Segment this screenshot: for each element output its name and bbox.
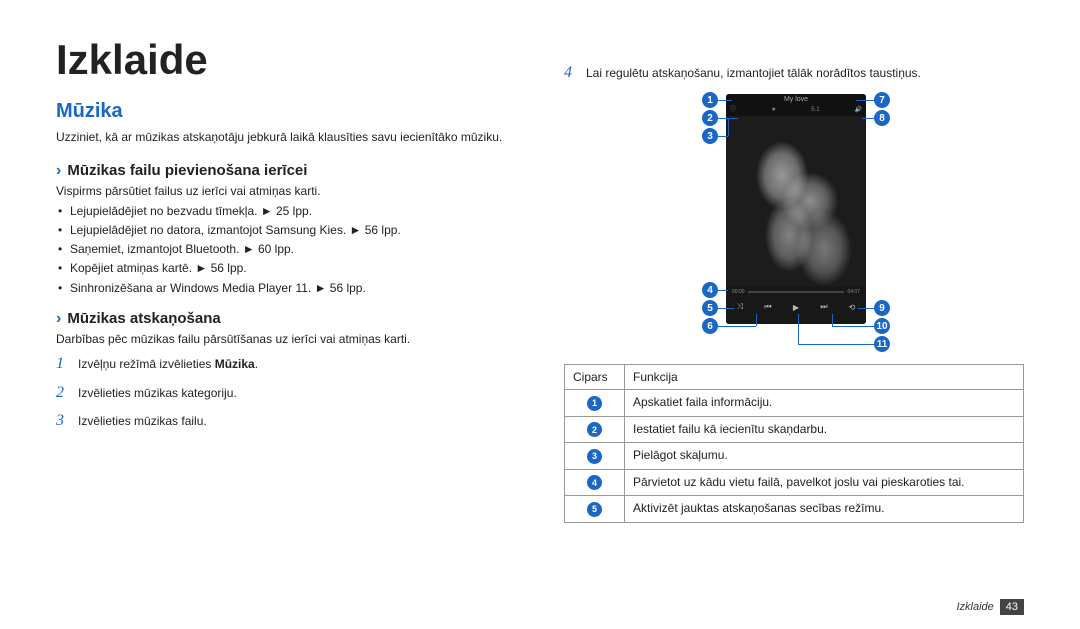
callout-8: 8 xyxy=(874,110,890,126)
step-number: 4 xyxy=(564,64,578,82)
phone-controls: 00:00 04:07 ⤨ ⏮ ▶ ⏭ ⟲ xyxy=(726,286,866,324)
sub-intro-2: Darbības pēc mūzikas failu pārsūtīšanas … xyxy=(56,332,516,346)
repeat-icon: ⟲ xyxy=(845,303,859,312)
header-funkcija: Funkcija xyxy=(625,365,1024,390)
row-function: Apskatiet faila informāciju. xyxy=(625,390,1024,417)
step-text: Lai regulētu atskaņošanu, izmantojiet tā… xyxy=(586,66,921,80)
step-item: 2 Izvēlieties mūzikas kategoriju. xyxy=(56,379,516,408)
shuffle-icon: ⤨ xyxy=(733,302,747,312)
row-function: Pārvietot uz kādu vietu failā, pavelkot … xyxy=(625,469,1024,496)
functions-table: Cipars Funkcija 1 Apskatiet faila inform… xyxy=(564,364,1024,523)
album-art xyxy=(726,116,866,286)
list-item: Lejupielādējiet no bezvadu tīmekļa. ► 25… xyxy=(58,202,516,221)
sub-intro-1: Vispirms pārsūtiet failus uz ierīci vai … xyxy=(56,184,516,198)
callout-5: 5 xyxy=(702,300,718,316)
row-number: 4 xyxy=(587,475,602,490)
callout-1: 1 xyxy=(702,92,718,108)
subheading-label: Mūzikas failu pievienošana ierīcei xyxy=(67,162,307,179)
step-number: 2 xyxy=(56,379,70,408)
step-text: Izvēlieties mūzikas failu. xyxy=(78,411,207,433)
table-row: 1 Apskatiet faila informāciju. xyxy=(565,390,1024,417)
step-4: 4 Lai regulētu atskaņošanu, izmantojiet … xyxy=(564,64,1024,82)
info-icon: ⓘ xyxy=(730,105,736,115)
step-item: 3 Izvēlieties mūzikas failu. xyxy=(56,407,516,436)
step-text: Izvēļņu režīmā izvēlieties Mūzika. xyxy=(78,354,258,376)
callout-9: 9 xyxy=(874,300,890,316)
progress-bar xyxy=(748,291,845,293)
callout-6: 6 xyxy=(702,318,718,334)
callout-4: 4 xyxy=(702,282,718,298)
volume-icon: 🔊 xyxy=(855,105,862,115)
step-item: 1 Izvēļņu režīmā izvēlieties Mūzika. xyxy=(56,350,516,379)
phone-mockup: My love ⓘ ★ 5.1 🔊 00:00 04:07 xyxy=(726,94,866,324)
list-item: Saņemiet, izmantojot Bluetooth. ► 60 lpp… xyxy=(58,240,516,259)
time-total: 04:07 xyxy=(847,289,860,295)
footer-label: Izklaide xyxy=(956,601,993,613)
rating: 5.1 xyxy=(811,105,819,115)
table-row: 3 Pielāgot skaļumu. xyxy=(565,443,1024,470)
table-row: 5 Aktivizēt jauktas atskaņošanas secības… xyxy=(565,496,1024,523)
phone-top-bar: My love ⓘ ★ 5.1 🔊 xyxy=(726,94,866,116)
time-elapsed: 00:00 xyxy=(732,289,745,295)
next-icon: ⏭ xyxy=(817,302,831,312)
row-function: Aktivizēt jauktas atskaņošanas secības r… xyxy=(625,496,1024,523)
intro-text: Uzziniet, kā ar mūzikas atskaņotāju jebk… xyxy=(56,129,516,146)
chevron-right-icon: › xyxy=(56,162,61,180)
table-header-row: Cipars Funkcija xyxy=(565,365,1024,390)
row-number: 1 xyxy=(587,396,602,411)
subheading-label: Mūzikas atskaņošana xyxy=(67,310,220,327)
section-heading: Mūzika xyxy=(56,100,516,123)
step-text: Izvēlieties mūzikas kategoriju. xyxy=(78,383,237,405)
bullet-list: Lejupielādējiet no bezvadu tīmekļa. ► 25… xyxy=(56,202,516,298)
callout-2: 2 xyxy=(702,110,718,126)
star-icon: ★ xyxy=(771,105,776,115)
steps-list: 1 Izvēļņu režīmā izvēlieties Mūzika. 2 I… xyxy=(56,350,516,436)
play-icon: ▶ xyxy=(789,303,803,312)
subheading-play: › Mūzikas atskaņošana xyxy=(56,310,516,328)
row-function: Pielāgot skaļumu. xyxy=(625,443,1024,470)
player-diagram: My love ⓘ ★ 5.1 🔊 00:00 04:07 xyxy=(634,92,954,352)
row-number: 2 xyxy=(587,422,602,437)
step-number: 1 xyxy=(56,350,70,379)
callout-7: 7 xyxy=(874,92,890,108)
header-cipars: Cipars xyxy=(565,365,625,390)
table-row: 2 Iestatiet failu kā iecienītu skaņdarbu… xyxy=(565,416,1024,443)
page-footer: Izklaide 43 xyxy=(956,599,1024,615)
callout-11: 11 xyxy=(874,336,890,352)
chevron-right-icon: › xyxy=(56,310,61,328)
list-item: Kopējiet atmiņas kartē. ► 56 lpp. xyxy=(58,259,516,278)
subheading-add-files: › Mūzikas failu pievienošana ierīcei xyxy=(56,162,516,180)
page-number: 43 xyxy=(1000,599,1024,615)
step-number: 3 xyxy=(56,407,70,436)
row-number: 5 xyxy=(587,502,602,517)
callout-10: 10 xyxy=(874,318,890,334)
row-number: 3 xyxy=(587,449,602,464)
list-item: Lejupielādējiet no datora, izmantojot Sa… xyxy=(58,221,516,240)
prev-icon: ⏮ xyxy=(761,302,775,312)
page-title: Izklaide xyxy=(56,36,516,84)
list-item: Sinhronizēšana ar Windows Media Player 1… xyxy=(58,279,516,298)
row-function: Iestatiet failu kā iecienītu skaņdarbu. xyxy=(625,416,1024,443)
track-title: My love xyxy=(726,95,866,105)
table-row: 4 Pārvietot uz kādu vietu failā, pavelko… xyxy=(565,469,1024,496)
callout-3: 3 xyxy=(702,128,718,144)
